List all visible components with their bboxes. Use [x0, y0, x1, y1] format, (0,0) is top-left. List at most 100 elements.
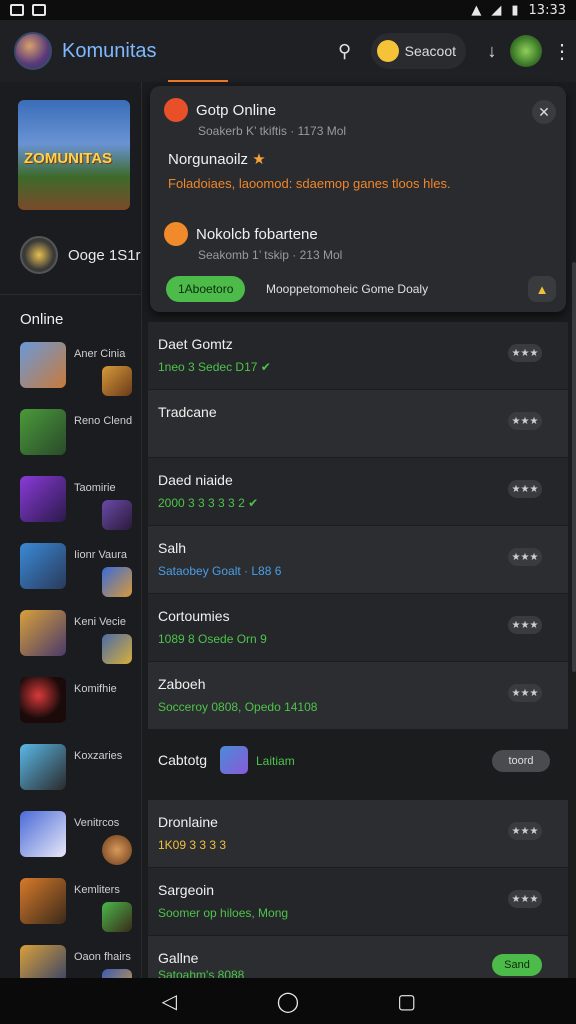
profile-name: Ooge 1S1r — [68, 246, 141, 264]
online-list: Aner Cinia Reno Clend Taomirie Iionr Vau… — [0, 336, 141, 1006]
scrollbar[interactable] — [572, 262, 576, 672]
wifi-icon: ▲ — [471, 2, 482, 18]
game-thumbnail — [20, 744, 66, 790]
item-label: Iionr Vaura — [74, 549, 127, 561]
item-label: Kemliters — [74, 884, 120, 896]
mini-thumbnail — [102, 500, 132, 530]
list-row[interactable]: Gallne Satoahm's 8088 Sand — [148, 936, 568, 982]
list-item[interactable]: Iionr Vaura — [0, 537, 141, 604]
row-title: Dronlaine — [158, 814, 218, 830]
status-right: ▲ ◢ ▮ 13:33 — [471, 3, 566, 18]
pin-icon — [164, 222, 188, 246]
list-item[interactable]: Venitrcos — [0, 805, 141, 872]
close-icon[interactable]: ✕ — [532, 100, 556, 124]
banner-text: ZOMUNITAS — [24, 150, 113, 167]
list-item[interactable]: Keni Vecie — [0, 604, 141, 671]
online-heading: Online — [20, 311, 64, 328]
row-title: Zaboeh — [158, 676, 206, 692]
item-label: Reno Clend — [74, 415, 133, 427]
list-row[interactable]: Cortoumies 1089 8 Osede Orn 9 ★★★ — [148, 594, 568, 662]
profile-row[interactable]: Ooge 1S1r — [20, 236, 141, 274]
app-title: Komunitas — [62, 39, 157, 62]
item-label: Komifhie — [74, 683, 117, 695]
list-item[interactable]: Aner Cinia — [0, 336, 141, 403]
mini-thumbnail — [102, 835, 132, 865]
list-item[interactable]: Koxzaries — [0, 738, 141, 805]
battery-icon: ▮ — [511, 2, 519, 18]
main-content: Gotp Online Soakerb K’ tkiftis · 1173 Mo… — [146, 80, 576, 982]
rating-badge: ★★★ — [508, 480, 542, 498]
action-icon[interactable]: ▲ — [528, 276, 556, 302]
item-label: Aner Cinia — [74, 348, 126, 360]
row-subtitle: 1K09 3 3 3 3 — [158, 838, 227, 852]
emoji-icon — [376, 40, 399, 62]
list-item[interactable]: Reno Clend — [0, 403, 141, 470]
rating-badge: ★★★ — [508, 822, 542, 840]
list-row[interactable]: Dronlaine 1K09 3 3 3 3 ★★★ — [148, 800, 568, 868]
recents-icon[interactable]: ▢ — [393, 987, 421, 1015]
list-row[interactable]: Sargeoin Soomer op hiloes, Mong ★★★ — [148, 868, 568, 936]
status-time: 13:33 — [528, 2, 566, 18]
section-button[interactable]: toord — [492, 750, 550, 772]
star-icon: ★ — [252, 151, 266, 168]
list-row[interactable]: Zaboeh Socceroy 0808, Opedo 14108 ★★★ — [148, 662, 568, 730]
game-thumbnail — [20, 476, 66, 522]
notification-subtitle: Soakerb K’ tkiftis · 1173 Mol — [198, 124, 347, 138]
row-title: Salh — [158, 540, 187, 556]
action-pill[interactable]: 1Aboetoro — [166, 276, 246, 302]
section-title: Cabtotg — [158, 752, 208, 768]
nav-bar: ◁ ◯ ▢ — [0, 978, 576, 1024]
list-row[interactable]: Salh Sataobey Goalt · L88 6 ★★★ — [148, 526, 568, 594]
search-icon[interactable]: ⚲ — [327, 33, 363, 69]
rating-badge: ★★★ — [508, 890, 542, 908]
mini-thumbnail — [102, 567, 132, 597]
app-avatar[interactable] — [14, 32, 52, 70]
accent-line — [168, 80, 228, 82]
mini-thumbnail — [102, 366, 132, 396]
section-tag: Laitiam — [256, 754, 295, 768]
notification-item[interactable]: Gotp Online — [164, 98, 276, 122]
card-heading-text: Norgunaoilz — [168, 151, 249, 168]
game-thumbnail — [20, 543, 66, 589]
notification-title: Gotp Online — [196, 101, 277, 119]
game-thumbnail — [20, 610, 66, 656]
community-banner[interactable]: ZOMUNITAS — [18, 100, 130, 210]
mini-thumbnail — [102, 634, 132, 664]
mini-thumbnail — [102, 902, 132, 932]
row-title: Tradcane — [158, 404, 217, 420]
game-thumbnail — [20, 878, 66, 924]
divider — [0, 294, 141, 295]
item-label: Venitrcos — [74, 817, 120, 829]
rating-badge: ★★★ — [508, 616, 542, 634]
status-bar: ▲ ◢ ▮ 13:33 — [0, 0, 576, 20]
notification-item[interactable]: Nokolcb fobartene — [164, 222, 318, 246]
image-icon — [32, 4, 46, 16]
rating-badge: ★★★ — [508, 684, 542, 702]
list-item[interactable]: Komifhie — [0, 671, 141, 738]
item-label: Koxzaries — [74, 750, 123, 762]
list-row[interactable]: Daet Gomtz 1neo 3 Sedec D17 ✔ ★★★ — [148, 322, 568, 390]
send-button[interactable]: Sand — [492, 954, 542, 976]
row-title: Cortoumies — [158, 608, 230, 624]
rating-badge: ★★★ — [508, 412, 542, 430]
download-icon[interactable]: ↓ — [474, 33, 510, 69]
card-heading: Norgunaoilz ★ — [168, 150, 266, 168]
sidebar: ZOMUNITAS Ooge 1S1r Online Aner Cinia Re… — [0, 82, 142, 999]
section-thumbnail — [220, 746, 248, 774]
row-title: Gallne — [158, 950, 199, 966]
list-row[interactable]: Daed niaide 2000 3 3 3 3 3 2 ✔ ★★★ — [148, 458, 568, 526]
list-row[interactable]: Tradcane ★★★ — [148, 390, 568, 458]
row-title: Sargeoin — [158, 882, 215, 898]
more-icon[interactable]: ⋮ — [552, 39, 572, 64]
row-subtitle: Socceroy 0808, Opedo 14108 — [158, 700, 318, 714]
user-avatar[interactable] — [510, 35, 542, 67]
row-title: Daet Gomtz — [158, 336, 233, 352]
back-icon[interactable]: ◁ — [155, 987, 183, 1015]
status-chip[interactable]: Seacoot — [370, 33, 466, 69]
list-item[interactable]: Kemliters — [0, 872, 141, 939]
game-thumbnail — [20, 677, 66, 723]
app-bar: Komunitas ⚲ Seacoot ↓ ⋮ — [0, 20, 576, 82]
list-item[interactable]: Taomirie — [0, 470, 141, 537]
item-label: Taomirie — [74, 482, 116, 494]
home-icon[interactable]: ◯ — [274, 987, 302, 1015]
